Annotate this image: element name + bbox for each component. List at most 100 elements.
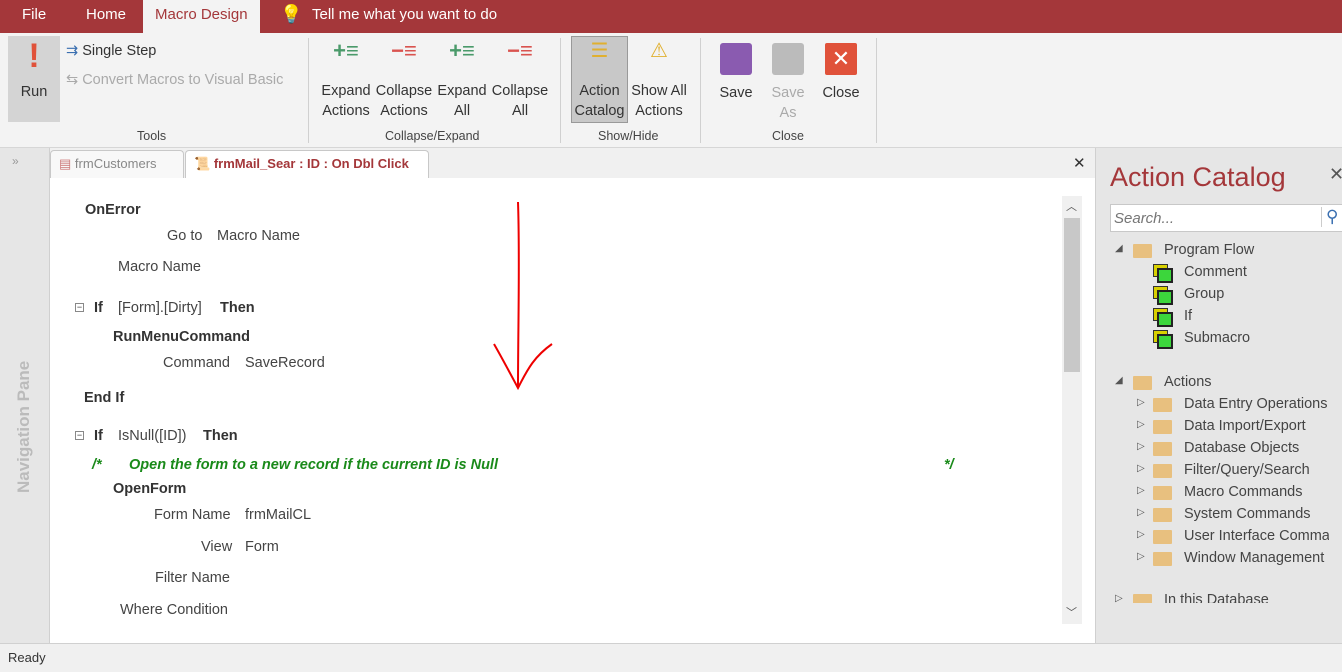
catalog-folder-item[interactable]: Data Import/Export <box>1184 418 1329 434</box>
label: Save <box>719 85 753 101</box>
single-step-label: Single Step <box>82 43 157 59</box>
search-icon[interactable]: ⚲ <box>1321 207 1338 227</box>
save-button[interactable]: Save <box>713 43 759 103</box>
collapse-expand-group-label: Collapse/Expand <box>385 129 480 143</box>
collapsed-triangle-icon[interactable]: ▷ <box>1137 397 1145 408</box>
then-keyword: Then <box>203 428 238 444</box>
tell-me-input[interactable]: Tell me what you want to do <box>312 0 497 33</box>
collapse-all-button[interactable]: −≡ Collapse All <box>490 40 550 121</box>
convert-icon: ⇆ <box>66 72 79 88</box>
action-catalog-button[interactable]: ☰ Action Catalog <box>571 36 628 123</box>
tab-file[interactable]: File <box>22 0 46 33</box>
label: Close <box>822 85 860 101</box>
scroll-thumb[interactable] <box>1064 218 1080 372</box>
scroll-up-icon[interactable]: ︿ <box>1066 198 1077 214</box>
onerror-action[interactable]: OnError <box>85 202 141 218</box>
divider <box>700 38 701 143</box>
vertical-scrollbar[interactable]: ︿ ﹀ <box>1062 196 1082 624</box>
collapse-actions-button[interactable]: −≡ Collapse Actions <box>374 38 434 121</box>
goto-value[interactable]: Macro Name <box>217 228 300 244</box>
catalog-folder-item[interactable]: User Interface Commands <box>1184 528 1329 544</box>
openform-action[interactable]: OpenForm <box>113 481 186 497</box>
filter-name-label: Filter Name <box>155 570 230 586</box>
macro-block-icon <box>1153 308 1173 327</box>
collapsed-triangle-icon[interactable]: ▷ <box>1137 419 1145 430</box>
collapse-toggle-icon[interactable]: − <box>75 431 84 440</box>
catalog-folder-item[interactable]: System Commands <box>1184 506 1329 522</box>
close-button[interactable]: ✕ Close <box>818 43 864 103</box>
catalog-item-if[interactable]: If <box>1184 308 1192 324</box>
close-tab-icon[interactable]: ✕ <box>1073 154 1086 172</box>
convert-macros-button[interactable]: ⇆ Convert Macros to Visual Basic <box>66 70 283 90</box>
save-as-button[interactable]: Save As <box>765 43 811 123</box>
show-all-actions-button[interactable]: ⚠ Show All Actions <box>629 41 689 121</box>
run-button[interactable]: ! Run <box>8 36 60 122</box>
label: Actions <box>635 103 683 119</box>
single-step-button[interactable]: ⇉ Single Step <box>66 41 156 61</box>
expanded-triangle-icon[interactable]: ◢ <box>1115 375 1123 386</box>
catalog-item-group[interactable]: Group <box>1184 286 1224 302</box>
runmenucommand-action[interactable]: RunMenuCommand <box>113 329 250 345</box>
tab-macro-editor[interactable]: 📜 frmMail_Sear : ID : On Dbl Click <box>185 150 429 178</box>
catalog-folder-item[interactable]: Window Management <box>1184 550 1329 566</box>
catalog-title: Action Catalog <box>1110 162 1286 192</box>
tab-macro-design[interactable]: Macro Design <box>143 0 260 33</box>
if-condition[interactable]: IsNull([ID]) <box>118 428 186 444</box>
collapsed-triangle-icon[interactable]: ▷ <box>1137 551 1145 562</box>
catalog-search[interactable]: ⚲ <box>1110 204 1342 232</box>
scroll-down-icon[interactable]: ﹀ <box>1066 604 1077 620</box>
collapsed-triangle-icon[interactable]: ▷ <box>1115 593 1123 603</box>
collapsed-triangle-icon[interactable]: ▷ <box>1137 507 1145 518</box>
expand-nav-icon[interactable]: » <box>12 154 19 168</box>
if-condition[interactable]: [Form].[Dirty] <box>118 300 202 316</box>
form-name-value[interactable]: frmMailCL <box>245 507 311 523</box>
collapsed-triangle-icon[interactable]: ▷ <box>1137 485 1145 496</box>
catalog-item-comment[interactable]: Comment <box>1184 264 1247 280</box>
tab-frmcustomers[interactable]: ▤ frmCustomers <box>50 150 184 178</box>
catalog-folder-item[interactable]: Filter/Query/Search <box>1184 462 1329 478</box>
close-pane-icon[interactable]: ✕ <box>1329 164 1342 185</box>
expand-all-icon: +≡ <box>449 38 475 63</box>
search-input[interactable] <box>1111 205 1316 231</box>
catalog-item-submacro[interactable]: Submacro <box>1184 330 1250 346</box>
macro-editor[interactable]: OnError Go to Macro Name Macro Name − If… <box>50 178 1095 643</box>
command-label: Command <box>163 355 230 371</box>
comment-open: /* <box>92 457 102 473</box>
catalog-folder-item[interactable]: Data Entry Operations <box>1184 396 1329 412</box>
macro-name-label: Macro Name <box>118 259 201 275</box>
label: Actions <box>322 103 370 119</box>
expand-actions-button[interactable]: +≡ Expand Actions <box>318 40 374 121</box>
collapsed-triangle-icon[interactable]: ▷ <box>1137 463 1145 474</box>
collapse-toggle-icon[interactable]: − <box>75 303 84 312</box>
form-icon: ▤ <box>59 156 72 171</box>
navigation-pane[interactable]: » Navigation Pane <box>0 148 50 643</box>
in-database-group-clipped[interactable]: ▷ In this Database <box>1096 593 1342 603</box>
command-value[interactable]: SaveRecord <box>245 355 325 371</box>
program-flow-group[interactable]: Program Flow <box>1164 242 1254 258</box>
catalog-folder-item[interactable]: Database Objects <box>1184 440 1329 456</box>
collapsed-triangle-icon[interactable]: ▷ <box>1137 529 1145 540</box>
comment-text[interactable]: Open the form to a new record if the cur… <box>129 457 498 473</box>
label: Collapse <box>375 83 433 99</box>
macro-block-icon <box>1153 264 1173 283</box>
tab-home[interactable]: Home <box>86 0 126 33</box>
tab-label: frmCustomers <box>74 156 157 171</box>
close-group-label: Close <box>772 129 804 143</box>
lightbulb-icon: 💡 <box>280 4 303 24</box>
form-name-label: Form Name <box>154 507 231 523</box>
status-text: Ready <box>8 650 46 665</box>
collapse-icon: −≡ <box>391 38 417 63</box>
catalog-folder-item[interactable]: Macro Commands <box>1184 484 1329 500</box>
single-step-icon: ⇉ <box>66 43 79 59</box>
view-value[interactable]: Form <box>245 539 279 555</box>
expanded-triangle-icon[interactable]: ◢ <box>1115 243 1123 254</box>
expand-all-button[interactable]: +≡ Expand All <box>434 38 490 121</box>
close-icon: ✕ <box>825 43 857 75</box>
in-this-database-group[interactable]: In this Database <box>1164 593 1269 603</box>
collapsed-triangle-icon[interactable]: ▷ <box>1137 441 1145 452</box>
folder-icon <box>1153 530 1172 544</box>
folder-icon <box>1153 486 1172 500</box>
then-keyword: Then <box>220 300 255 316</box>
folder-icon <box>1153 398 1172 412</box>
actions-group[interactable]: Actions <box>1164 374 1212 390</box>
